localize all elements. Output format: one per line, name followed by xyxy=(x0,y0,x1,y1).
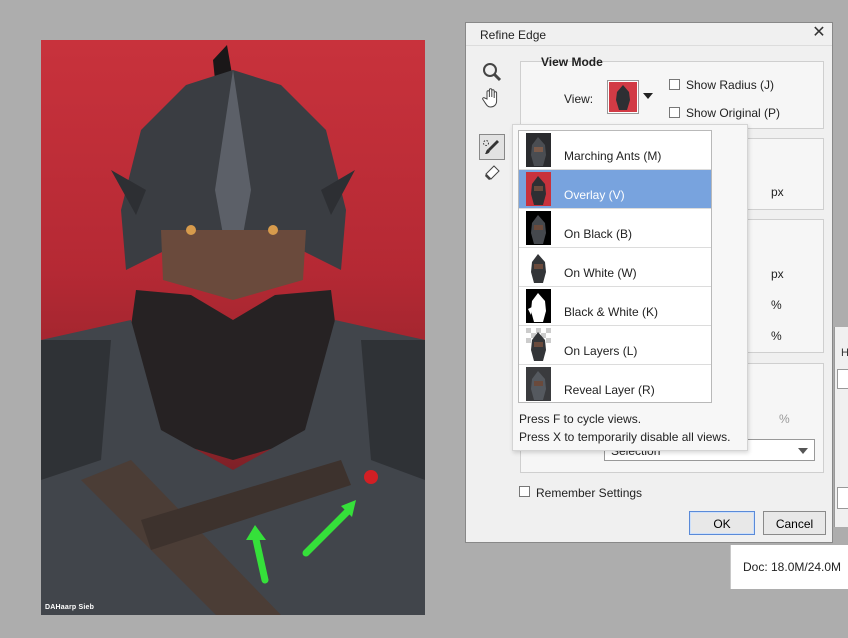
hand-tool-icon[interactable] xyxy=(479,85,505,111)
background-options-panel: H xyxy=(834,327,848,527)
doc-size-text: Doc: 18.0M/24.0M xyxy=(743,560,842,574)
show-original-checkbox[interactable] xyxy=(669,107,680,118)
on-black-thumbnail xyxy=(526,211,551,245)
zoom-tool-icon[interactable] xyxy=(479,59,505,85)
show-original-label: Show Original (P) xyxy=(686,106,781,120)
view-option-on-black[interactable]: On Black (B) xyxy=(519,209,711,248)
on-layers-thumbnail xyxy=(526,328,551,362)
view-dropdown-arrow-icon[interactable] xyxy=(643,93,653,99)
view-mode-title: View Mode xyxy=(541,55,603,69)
remember-settings-label: Remember Settings xyxy=(536,486,643,500)
view-option-overlay[interactable]: Overlay (V) xyxy=(519,170,711,209)
radius-unit: px xyxy=(771,185,784,199)
view-option-label: On Layers (L) xyxy=(564,344,638,358)
chevron-down-icon xyxy=(798,448,808,454)
document-canvas-image[interactable]: DAHaarp Sieb xyxy=(41,40,425,615)
panel-label: H xyxy=(841,347,848,359)
popup-hint-cycle: Press F to cycle views. xyxy=(519,412,642,426)
view-label: View: xyxy=(564,92,594,106)
contrast-unit: % xyxy=(771,329,782,343)
dialog-titlebar[interactable]: Refine Edge ✕ xyxy=(466,23,832,46)
view-mode-thumbnail[interactable] xyxy=(607,80,639,114)
panel-dropdown[interactable] xyxy=(837,369,848,389)
view-mode-list: Marching Ants (M) Overlay (V) On Black (… xyxy=(518,130,712,403)
feather-unit: % xyxy=(771,298,782,312)
artwork-signature: DAHaarp Sieb xyxy=(45,604,95,611)
view-option-reveal-layer[interactable]: Reveal Layer (R) xyxy=(519,365,711,404)
view-option-on-white[interactable]: On White (W) xyxy=(519,248,711,287)
view-mode-popup: Marching Ants (M) Overlay (V) On Black (… xyxy=(512,124,748,451)
amount-unit: % xyxy=(779,412,790,426)
refine-radius-brush-icon[interactable] xyxy=(479,134,505,160)
popup-hint-disable: Press X to temporarily disable all views… xyxy=(519,430,731,444)
erase-refinements-icon[interactable] xyxy=(479,160,505,186)
doc-size-status: Doc: 18.0M/24.0M xyxy=(730,545,848,589)
view-option-label: Reveal Layer (R) xyxy=(564,383,655,397)
warrior-artwork xyxy=(41,45,425,615)
remember-settings-checkbox[interactable] xyxy=(519,486,530,497)
view-option-label: Marching Ants (M) xyxy=(564,149,662,163)
dialog-title: Refine Edge xyxy=(480,28,547,42)
reveal-layer-thumbnail xyxy=(526,367,551,401)
view-option-label: Overlay (V) xyxy=(564,188,625,202)
close-icon[interactable]: ✕ xyxy=(810,24,828,42)
view-option-label: On White (W) xyxy=(564,266,637,280)
panel-dropdown-2[interactable] xyxy=(837,487,848,509)
black-white-thumbnail xyxy=(526,289,551,323)
view-option-label: On Black (B) xyxy=(564,227,633,241)
overlay-thumbnail xyxy=(526,172,551,206)
cancel-button[interactable]: Cancel xyxy=(763,511,826,535)
ok-button[interactable]: OK xyxy=(689,511,755,535)
marching-ants-thumbnail xyxy=(526,133,551,167)
view-option-marching-ants[interactable]: Marching Ants (M) xyxy=(519,131,711,170)
show-radius-checkbox[interactable] xyxy=(669,79,680,90)
view-option-black-white[interactable]: Black & White (K) xyxy=(519,287,711,326)
smooth-unit: px xyxy=(771,267,784,281)
show-radius-label: Show Radius (J) xyxy=(686,78,775,92)
view-option-on-layers[interactable]: On Layers (L) xyxy=(519,326,711,365)
view-option-label: Black & White (K) xyxy=(564,305,659,319)
on-white-thumbnail xyxy=(526,250,551,284)
